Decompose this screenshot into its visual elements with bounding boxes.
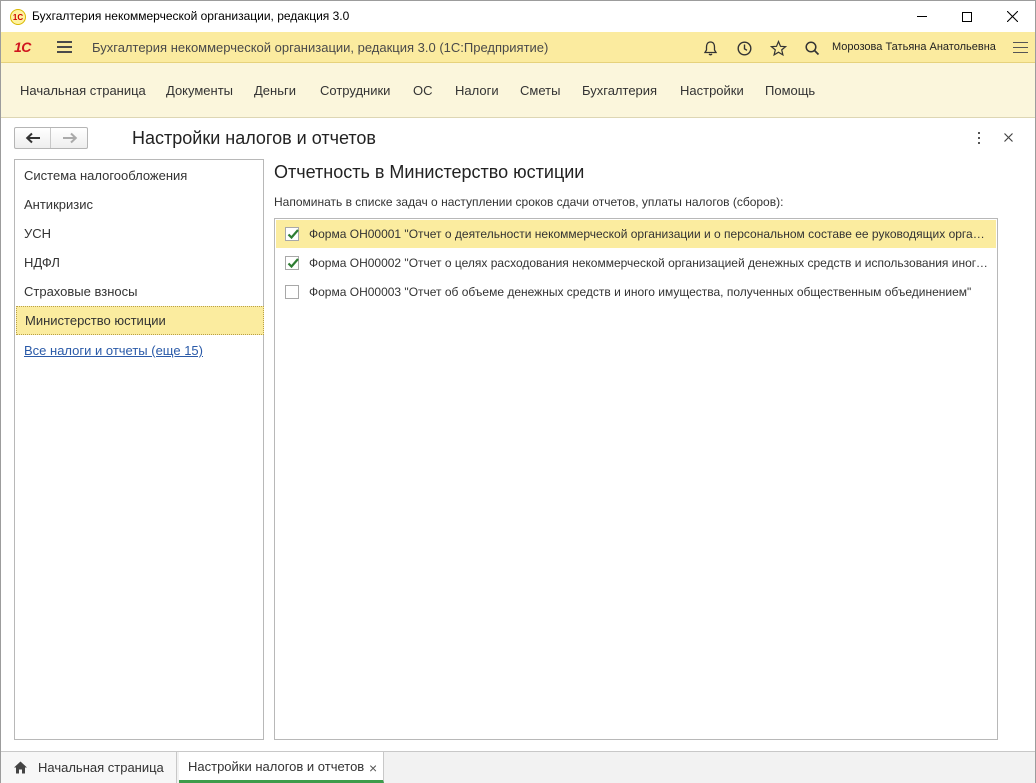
report-checkbox[interactable] bbox=[285, 256, 299, 270]
nav-item-usn[interactable]: УСН bbox=[16, 219, 264, 248]
task-current-label: Настройки налогов и отчетов bbox=[188, 758, 365, 774]
nav-item-insurance[interactable]: Страховые взносы bbox=[16, 277, 264, 306]
nav-item-ndfl[interactable]: НДФЛ bbox=[16, 248, 264, 277]
main-menu-button[interactable] bbox=[57, 41, 72, 53]
minimize-button[interactable] bbox=[899, 1, 945, 32]
reminder-hint: Напоминать в списке задач о наступлении … bbox=[274, 195, 784, 209]
home-icon bbox=[14, 761, 27, 774]
history-icon[interactable] bbox=[734, 38, 754, 58]
window-title: Бухгалтерия некоммерческой организации, … bbox=[32, 9, 350, 23]
report-label: Форма ОН00002 "Отчет о целях расходовани… bbox=[309, 256, 989, 270]
search-icon[interactable] bbox=[802, 38, 822, 58]
nav-item-tax-system[interactable]: Система налогообложения bbox=[16, 161, 264, 190]
task-home-label: Начальная страница bbox=[38, 760, 164, 775]
app-header: 1С Бухгалтерия некоммерческой организаци… bbox=[1, 32, 1035, 63]
report-label: Форма ОН00003 "Отчет об объеме денежных … bbox=[309, 285, 972, 299]
more-actions-icon[interactable] bbox=[974, 131, 984, 145]
maximize-button[interactable] bbox=[944, 1, 990, 32]
current-user[interactable]: Морозова Татьяна Анатольевна bbox=[832, 41, 996, 53]
nav-item-ministry-of-justice[interactable]: Министерство юстиции bbox=[16, 306, 264, 335]
app-window: 1С Бухгалтерия некоммерческой организаци… bbox=[0, 0, 1036, 783]
task-current-form[interactable]: Настройки налогов и отчетов × bbox=[179, 752, 384, 783]
report-checkbox[interactable] bbox=[285, 285, 299, 299]
app-logo-icon: 1С bbox=[10, 9, 26, 25]
app-title: Бухгалтерия некоммерческой организации, … bbox=[92, 40, 549, 55]
all-taxes-link[interactable]: Все налоги и отчеты (еще 15) bbox=[24, 343, 203, 358]
section-accounting[interactable]: Бухгалтерия bbox=[582, 83, 657, 98]
star-icon[interactable] bbox=[768, 38, 788, 58]
menu-icon[interactable] bbox=[1013, 42, 1028, 54]
form-title: Настройки налогов и отчетов bbox=[132, 128, 376, 148]
section-title: Отчетность в Министерство юстиции bbox=[274, 162, 585, 182]
section-documents[interactable]: Документы bbox=[166, 83, 233, 98]
list-item[interactable]: Форма ОН00003 "Отчет об объеме денежных … bbox=[276, 278, 996, 306]
close-icon bbox=[1003, 132, 1013, 142]
section-employees[interactable]: Сотрудники bbox=[320, 83, 390, 98]
back-button[interactable] bbox=[15, 128, 51, 148]
forward-button[interactable] bbox=[52, 128, 88, 148]
checkmark-icon bbox=[287, 229, 299, 240]
reports-list: Форма ОН00001 "Отчет о деятельности неко… bbox=[274, 218, 998, 740]
section-fixed-assets[interactable]: ОС bbox=[413, 83, 433, 98]
arrow-right-icon bbox=[63, 132, 78, 144]
1c-logo: 1С bbox=[14, 39, 31, 55]
section-settings[interactable]: Настройки bbox=[680, 83, 744, 98]
sections-panel: Начальная страница Документы Деньги Сотр… bbox=[1, 63, 1035, 118]
history-nav bbox=[14, 127, 88, 149]
close-icon bbox=[1006, 11, 1018, 22]
open-windows-bar: Начальная страница Настройки налогов и о… bbox=[1, 751, 1035, 783]
nav-item-anticrisis[interactable]: Антикризис bbox=[16, 190, 264, 219]
close-window-button[interactable] bbox=[989, 1, 1035, 32]
arrow-left-icon bbox=[25, 132, 40, 144]
section-help[interactable]: Помощь bbox=[765, 83, 815, 98]
section-home[interactable]: Начальная страница bbox=[20, 83, 146, 98]
list-item[interactable]: Форма ОН00002 "Отчет о целях расходовани… bbox=[276, 249, 996, 277]
settings-nav-panel: Система налогообложения Антикризис УСН Н… bbox=[14, 159, 264, 740]
checkmark-icon bbox=[287, 258, 299, 269]
form-close-button[interactable] bbox=[1001, 130, 1015, 144]
section-money[interactable]: Деньги bbox=[254, 83, 296, 98]
title-bar: 1С Бухгалтерия некоммерческой организаци… bbox=[1, 1, 1035, 32]
list-item[interactable]: Форма ОН00001 "Отчет о деятельности неко… bbox=[276, 220, 996, 248]
section-taxes[interactable]: Налоги bbox=[455, 83, 499, 98]
close-tab-icon[interactable]: × bbox=[369, 760, 377, 776]
section-estimates[interactable]: Сметы bbox=[520, 83, 560, 98]
report-checkbox[interactable] bbox=[285, 227, 299, 241]
bell-icon[interactable] bbox=[700, 38, 720, 58]
report-label: Форма ОН00001 "Отчет о деятельности неко… bbox=[309, 227, 989, 241]
task-home-page[interactable]: Начальная страница bbox=[1, 752, 177, 783]
